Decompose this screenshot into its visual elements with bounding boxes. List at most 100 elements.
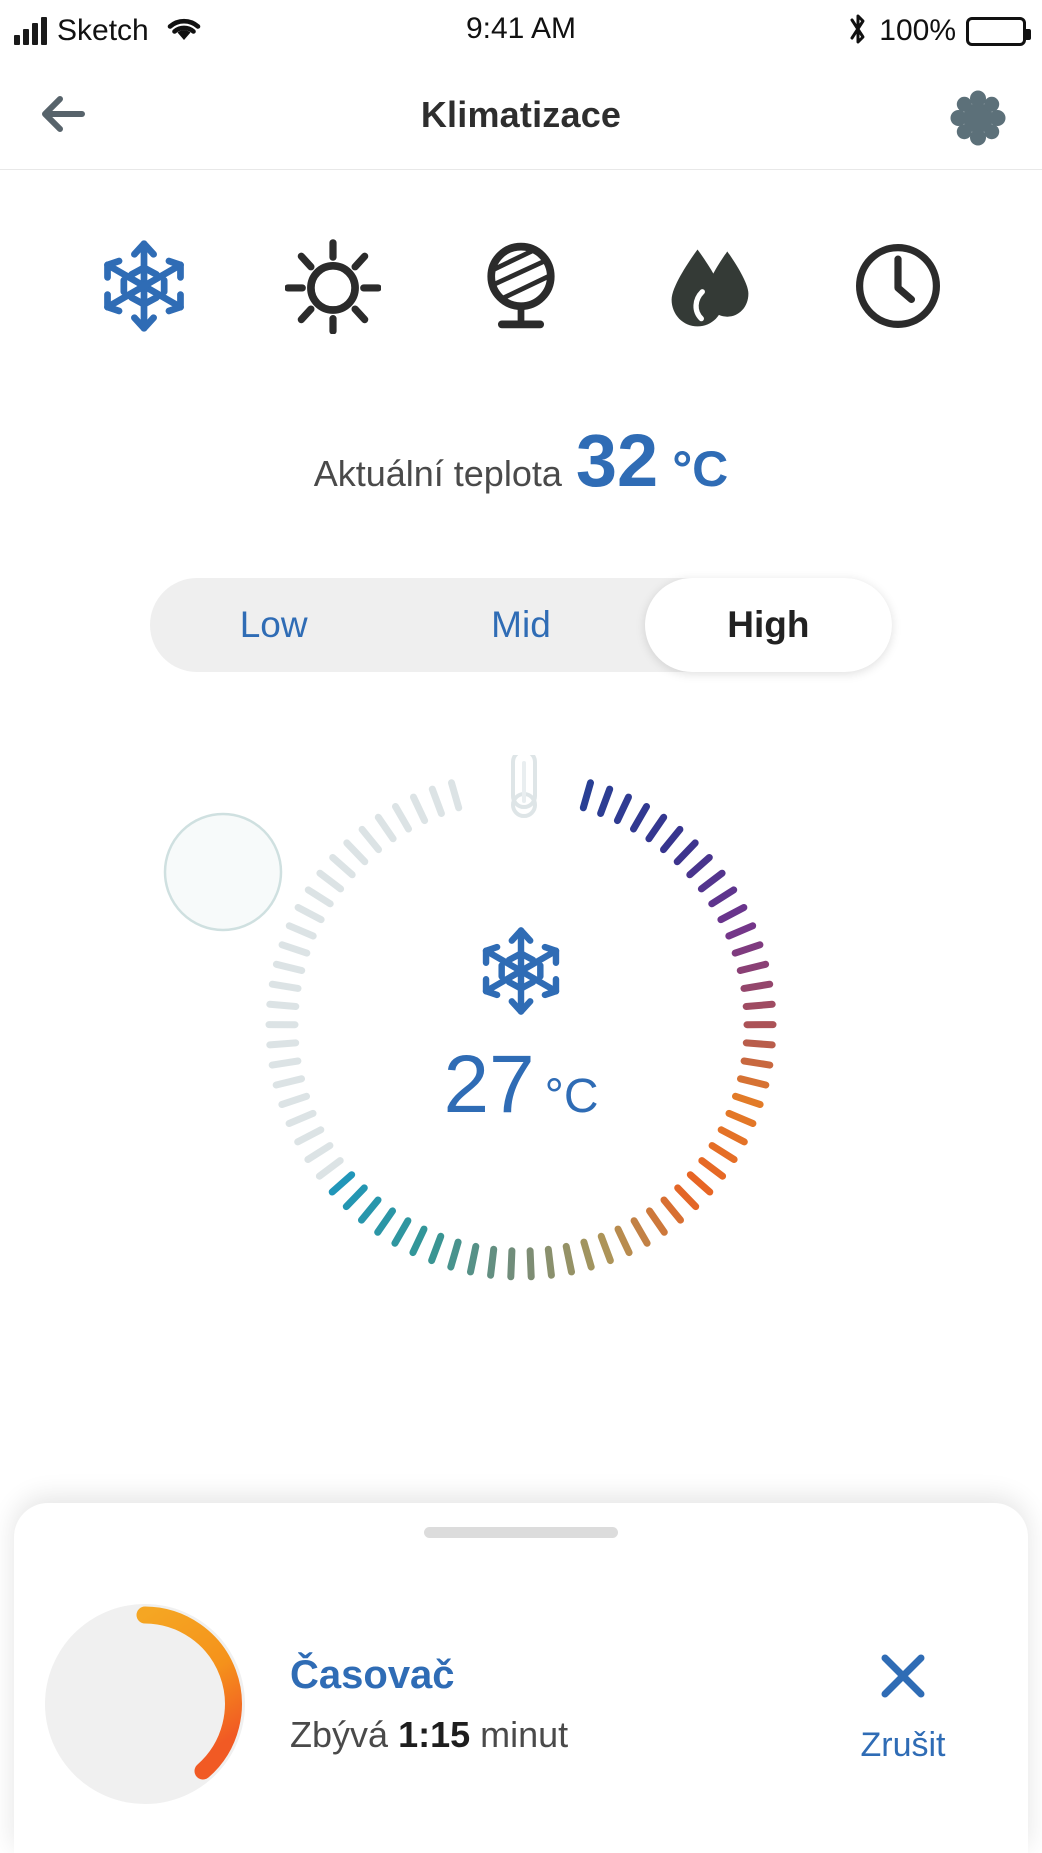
dial-tick xyxy=(613,793,632,825)
dial-tick xyxy=(285,922,317,940)
dial-knob-handle[interactable] xyxy=(163,812,283,932)
bluetooth-icon xyxy=(847,12,869,51)
dial-tick xyxy=(428,785,445,817)
dial-tick xyxy=(358,1196,382,1224)
dial-tick xyxy=(736,960,770,974)
dial-tick xyxy=(660,825,684,854)
dial-tick xyxy=(660,1196,684,1224)
dial-tick xyxy=(686,854,713,879)
timer-bottom-sheet: Časovač Zbývá 1:15 minut Zrušit xyxy=(14,1503,1028,1853)
dial-tick xyxy=(266,1000,300,1010)
mode-button-fan[interactable] xyxy=(473,238,569,334)
dial-tick xyxy=(391,1217,412,1247)
timer-card: Časovač Zbývá 1:15 minut Zrušit xyxy=(14,1569,1028,1839)
snowflake-icon xyxy=(104,240,184,332)
settings-button[interactable] xyxy=(950,90,1006,151)
dial-tick xyxy=(285,1109,317,1127)
timer-remaining-prefix: Zbývá xyxy=(290,1713,389,1755)
dial-tick xyxy=(579,779,594,812)
dial-tick xyxy=(278,1092,310,1108)
dial-tick xyxy=(343,839,369,866)
thermometer-icon xyxy=(511,755,537,818)
gear-icon xyxy=(950,90,1006,146)
dial-tick xyxy=(329,854,356,879)
app-screen: Sketch 9:41 AM 100% Klimatizace Aktuální… xyxy=(0,0,1042,1853)
status-bar: Sketch 9:41 AM 100% xyxy=(0,0,1042,62)
drag-handle[interactable] xyxy=(424,1527,618,1538)
timer-progress-ring xyxy=(40,1599,250,1809)
dial-tick xyxy=(544,1245,555,1279)
dial-tick xyxy=(708,1142,738,1163)
dial-tick xyxy=(645,813,668,843)
status-bar-right: 100% xyxy=(847,0,1031,62)
dial-tick xyxy=(673,839,699,866)
timer-remaining-suffix: minut xyxy=(480,1713,569,1755)
dial-tick xyxy=(392,803,412,833)
navigation-bar: Klimatizace xyxy=(0,62,1042,170)
dial-tick xyxy=(272,960,306,974)
dial-tick xyxy=(507,1247,516,1281)
dial-tick xyxy=(374,813,397,843)
dial-tick xyxy=(467,1242,480,1276)
dial-tick xyxy=(410,793,429,825)
mode-button-heat[interactable] xyxy=(284,238,381,334)
dial-tick xyxy=(740,980,774,992)
dial-tick xyxy=(686,1171,714,1196)
current-temperature-value: 32 xyxy=(575,419,659,502)
dial-tick xyxy=(316,869,345,893)
battery-full-icon xyxy=(966,16,1031,46)
dial-tick xyxy=(597,1232,614,1265)
dial-tick xyxy=(358,825,382,854)
battery-percent-label: 100% xyxy=(879,14,956,47)
droplet-icon xyxy=(671,249,748,327)
dial-tick xyxy=(272,1075,305,1089)
dial-tick xyxy=(697,869,726,893)
segment-high[interactable]: High xyxy=(644,578,892,672)
timer-remaining-value: 1:15 xyxy=(398,1713,471,1755)
mode-button-humidity[interactable] xyxy=(662,238,758,334)
dial-tick xyxy=(487,1245,498,1279)
dial-tick xyxy=(646,1207,668,1236)
dial-tick xyxy=(448,779,463,812)
timer-remaining: Zbývá 1:15 minut xyxy=(290,1714,788,1756)
dial-tick xyxy=(315,1157,344,1180)
dial-tick xyxy=(614,1225,633,1257)
dial-tick xyxy=(717,904,748,924)
dial-tick xyxy=(737,1075,770,1089)
dial-tick xyxy=(732,1092,764,1108)
dial-tick xyxy=(630,1217,651,1247)
dial-tick xyxy=(428,1232,445,1265)
dial-tick xyxy=(698,1157,727,1180)
page-title: Klimatizace xyxy=(420,94,622,135)
dial-tick xyxy=(597,785,614,817)
dial-tick xyxy=(717,1126,748,1146)
cancel-timer-button[interactable]: Zrušit xyxy=(788,1644,1018,1765)
mode-button-cool[interactable] xyxy=(96,238,192,334)
dial-tick xyxy=(304,1142,334,1163)
dial-tick xyxy=(725,1109,757,1127)
dial-tick xyxy=(328,1171,356,1196)
fan-speed-segmented-control[interactable]: Low Mid High xyxy=(150,578,892,672)
dial-tick xyxy=(278,941,311,957)
dial-tick xyxy=(630,803,650,833)
dial-tick xyxy=(268,980,302,992)
dial-tick xyxy=(742,1039,776,1049)
dial-tick xyxy=(447,1238,462,1271)
dial-tick xyxy=(742,1000,776,1010)
dial-tick xyxy=(731,941,764,957)
dial-tick xyxy=(266,1039,300,1049)
mode-selector-row xyxy=(0,238,1042,334)
segment-low[interactable]: Low xyxy=(150,578,397,672)
dial-tick xyxy=(562,1242,575,1276)
dial-tick xyxy=(740,1057,774,1069)
temperature-dial[interactable]: 27 °C xyxy=(141,755,901,1295)
fan-icon xyxy=(487,242,555,329)
segment-mid[interactable]: Mid xyxy=(397,578,644,672)
mode-button-timer[interactable] xyxy=(850,238,946,334)
dial-tick xyxy=(268,1057,302,1069)
dial-tick xyxy=(342,1184,368,1211)
dial-ticks[interactable] xyxy=(141,755,901,1295)
timer-title: Časovač xyxy=(290,1652,455,1697)
dial-tick xyxy=(674,1184,700,1211)
dial-tick xyxy=(580,1238,595,1271)
